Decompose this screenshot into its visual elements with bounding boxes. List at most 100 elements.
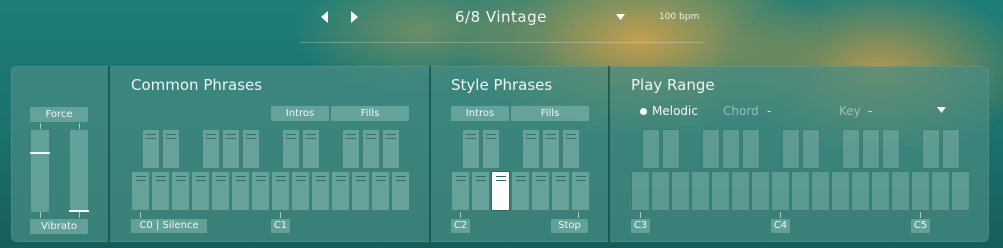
white-key[interactable] xyxy=(451,171,470,211)
white-key[interactable] xyxy=(951,171,970,211)
white-key[interactable] xyxy=(351,171,370,211)
triangle-right-icon xyxy=(351,11,358,23)
c4-label: C4 xyxy=(771,219,790,233)
black-key[interactable] xyxy=(882,129,900,169)
previous-preset-button[interactable] xyxy=(318,10,332,24)
white-key[interactable] xyxy=(751,171,770,211)
white-key[interactable] xyxy=(531,171,550,211)
white-key[interactable] xyxy=(371,171,390,211)
style-fills-button[interactable]: Fills xyxy=(511,106,589,121)
black-key[interactable] xyxy=(722,129,740,169)
key-dropdown-button[interactable] xyxy=(935,106,947,114)
black-key[interactable] xyxy=(162,129,180,169)
white-key[interactable] xyxy=(151,171,170,211)
black-key[interactable] xyxy=(642,129,660,169)
white-key[interactable] xyxy=(771,171,790,211)
white-key[interactable] xyxy=(471,171,490,211)
black-key[interactable] xyxy=(382,129,400,169)
black-key[interactable] xyxy=(702,129,720,169)
black-key[interactable] xyxy=(202,129,220,169)
black-key[interactable] xyxy=(282,129,300,169)
style-intros-button[interactable]: Intros xyxy=(451,106,509,121)
grip-lines-icon xyxy=(535,176,546,181)
grip-lines-icon xyxy=(455,176,466,181)
white-key[interactable] xyxy=(871,171,890,211)
grip-lines-icon xyxy=(575,176,586,181)
tick xyxy=(460,212,461,218)
white-key[interactable] xyxy=(851,171,870,211)
melodic-mode-option[interactable]: Melodic xyxy=(640,104,698,118)
grip-lines-icon xyxy=(215,176,226,181)
black-key[interactable] xyxy=(462,129,480,169)
white-key[interactable] xyxy=(331,171,350,211)
black-key[interactable] xyxy=(242,129,260,169)
black-key[interactable] xyxy=(362,129,380,169)
black-key[interactable] xyxy=(922,129,940,169)
white-key[interactable] xyxy=(811,171,830,211)
white-key[interactable] xyxy=(791,171,810,211)
white-key[interactable] xyxy=(191,171,210,211)
tick xyxy=(578,212,579,218)
white-key[interactable] xyxy=(271,171,290,211)
vibrato-slider[interactable] xyxy=(69,130,89,212)
white-key[interactable] xyxy=(491,171,510,211)
black-key[interactable] xyxy=(562,129,580,169)
black-key[interactable] xyxy=(802,129,820,169)
black-key[interactable] xyxy=(482,129,500,169)
white-key[interactable] xyxy=(931,171,950,211)
black-key[interactable] xyxy=(342,129,360,169)
black-key[interactable] xyxy=(742,129,760,169)
chord-value[interactable]: - xyxy=(767,104,771,118)
white-key[interactable] xyxy=(551,171,570,211)
black-key[interactable] xyxy=(302,129,320,169)
white-key[interactable] xyxy=(171,171,190,211)
next-preset-button[interactable] xyxy=(347,10,361,24)
grip-lines-icon xyxy=(375,176,386,181)
black-key[interactable] xyxy=(542,129,560,169)
black-key[interactable] xyxy=(222,129,240,169)
stop-label: Stop xyxy=(551,219,588,233)
white-key[interactable] xyxy=(251,171,270,211)
white-key[interactable] xyxy=(691,171,710,211)
panel-divider xyxy=(429,66,431,242)
melodic-label: Melodic xyxy=(652,104,698,118)
force-slider[interactable] xyxy=(30,130,50,212)
grip-lines-icon xyxy=(206,134,216,139)
preset-name[interactable]: 6/8 Vintage xyxy=(455,8,547,26)
tick xyxy=(79,212,80,218)
grip-lines-icon xyxy=(366,134,376,139)
white-key[interactable] xyxy=(311,171,330,211)
black-key[interactable] xyxy=(662,129,680,169)
grip-lines-icon xyxy=(255,176,266,181)
white-key[interactable] xyxy=(291,171,310,211)
black-key[interactable] xyxy=(862,129,880,169)
white-key[interactable] xyxy=(911,171,930,211)
white-key[interactable] xyxy=(671,171,690,211)
caret-down-icon xyxy=(615,14,625,20)
common-fills-button[interactable]: Fills xyxy=(331,106,409,121)
white-key[interactable] xyxy=(651,171,670,211)
black-key[interactable] xyxy=(142,129,160,169)
white-key[interactable] xyxy=(211,171,230,211)
common-intros-button[interactable]: Intros xyxy=(271,106,329,121)
black-key[interactable] xyxy=(842,129,860,169)
white-key[interactable] xyxy=(571,171,590,211)
white-key[interactable] xyxy=(891,171,910,211)
white-key[interactable] xyxy=(631,171,650,211)
black-key[interactable] xyxy=(942,129,960,169)
white-key[interactable] xyxy=(391,171,410,211)
tick xyxy=(40,212,41,218)
white-key[interactable] xyxy=(511,171,530,211)
white-key[interactable] xyxy=(231,171,250,211)
black-key[interactable] xyxy=(782,129,800,169)
c3-label: C3 xyxy=(631,219,650,233)
white-key[interactable] xyxy=(711,171,730,211)
preset-dropdown-button[interactable] xyxy=(614,12,626,22)
white-key[interactable] xyxy=(831,171,850,211)
white-key[interactable] xyxy=(131,171,150,211)
grip-lines-icon xyxy=(155,176,166,181)
key-value[interactable]: - xyxy=(868,104,872,118)
force-slider-handle[interactable] xyxy=(30,152,50,154)
white-key[interactable] xyxy=(731,171,750,211)
black-key[interactable] xyxy=(522,129,540,169)
